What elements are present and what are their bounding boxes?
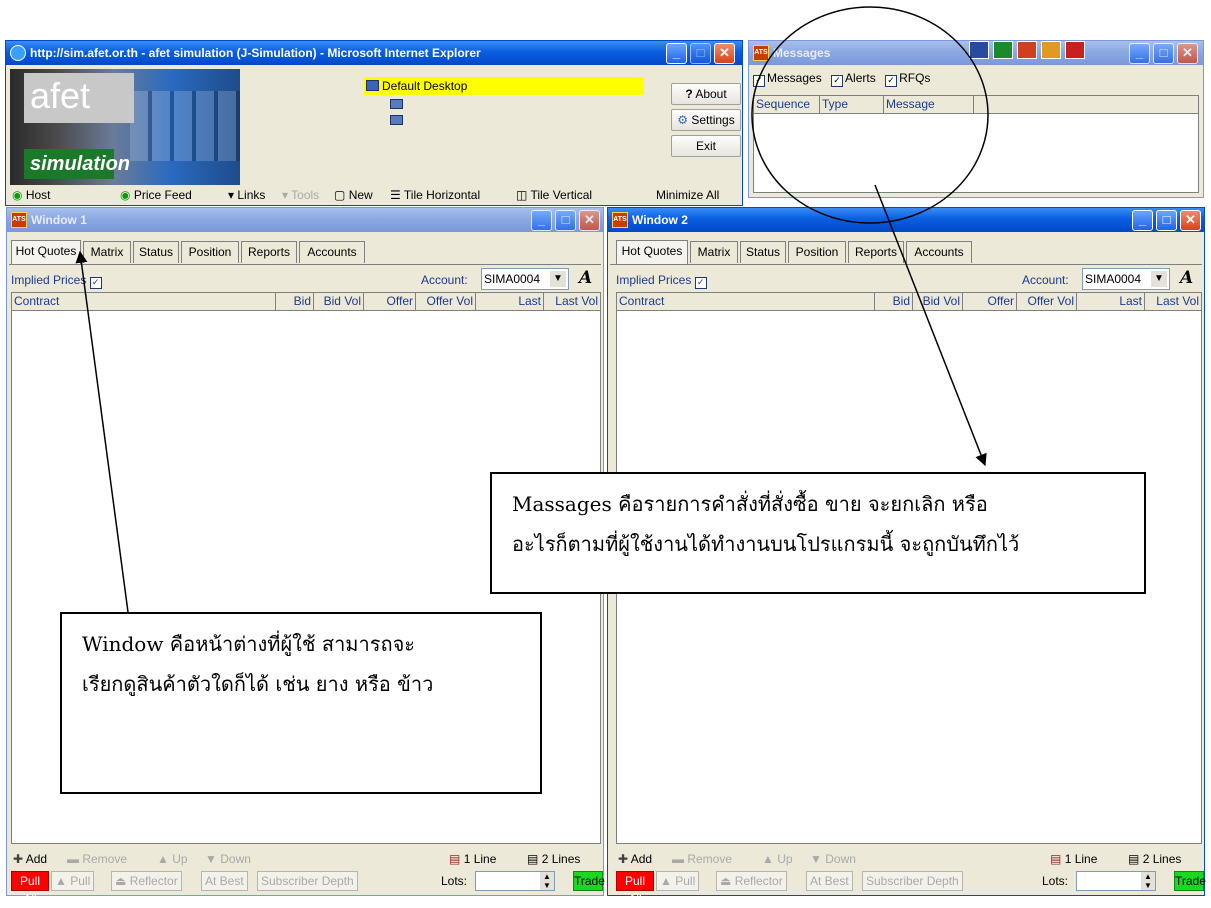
- messages-callout: Massages คือรายการคำสั่งที่สั่งซื้อ ขาย …: [490, 472, 1146, 594]
- messages-callout-line1: Massages คือรายการคำสั่งที่สั่งซื้อ ขาย …: [512, 492, 988, 516]
- window-callout: Window คือหน้าต่างที่ผู้ใช้ สามารถจะ เรี…: [60, 612, 542, 794]
- messages-arrow: [874, 184, 987, 467]
- window-callout-line1: Window คือหน้าต่างที่ผู้ใช้ สามารถจะ: [82, 632, 416, 656]
- window-callout-line2: เรียกดูสินค้าตัวใดก็ได้ เช่น ยาง หรือ ข้…: [82, 672, 434, 696]
- messages-callout-line2: อะไรก็ตามที่ผู้ใช้งานได้ทำงานบนโปรแกรมนี…: [512, 532, 1020, 556]
- highlight-ellipse: [751, 6, 989, 224]
- window-arrow: [75, 250, 129, 613]
